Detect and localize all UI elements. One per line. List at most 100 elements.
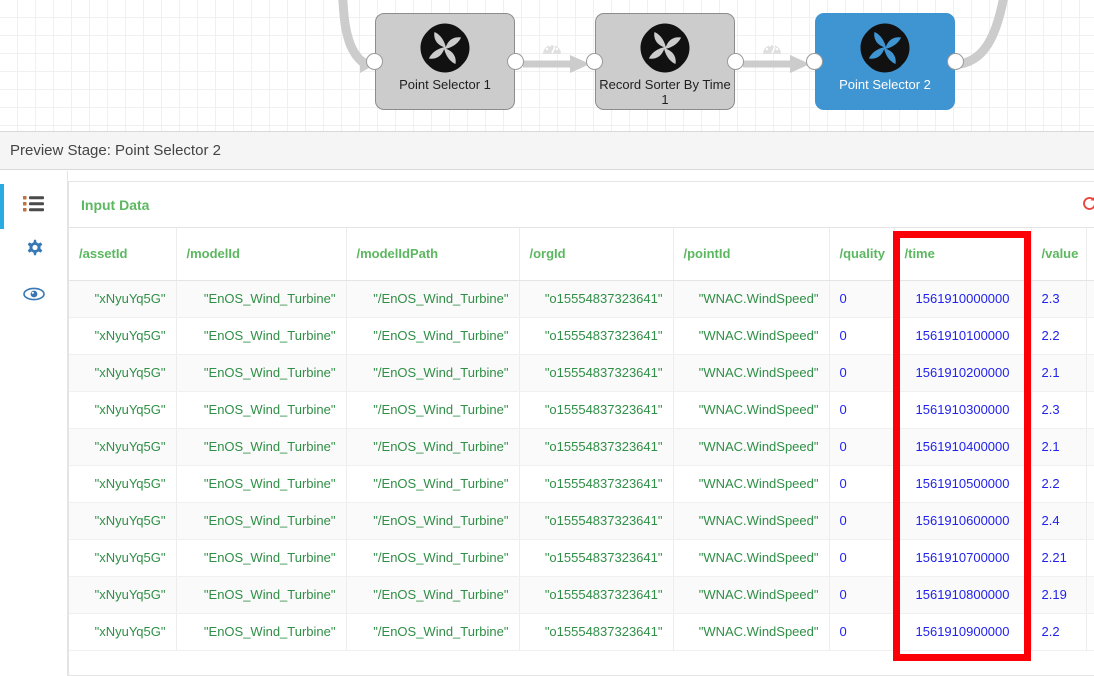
port-out-point-selector-1[interactable] <box>507 52 524 70</box>
cell-modelIdPath: "/EnOS_Wind_Turbine" <box>346 576 520 614</box>
preview-body: Input Data /assetId/modelId/modelIdPath /… <box>0 171 1094 676</box>
cell-pointId: "WNAC.WindSpeed" <box>673 502 830 540</box>
flow-node-point-selector-2[interactable]: Point Selector 2 <box>815 13 955 110</box>
column-header-assetId[interactable]: /assetId <box>69 228 177 281</box>
refresh-icon[interactable] <box>1081 195 1094 215</box>
cell-assetId: "xNyuYq5G" <box>69 502 177 540</box>
table-row[interactable]: "xNyuYq5G" "EnOS_Wind_Turbine" "/EnOS_Wind… <box>69 391 1094 429</box>
column-header-quality[interactable]: /quality <box>829 228 895 281</box>
rail-item-settings[interactable] <box>0 229 67 274</box>
flow-node-label: Point Selector 1 <box>399 77 491 92</box>
flow-node-record-sorter-by-time-1[interactable]: Record Sorter By Time 1 <box>595 13 735 110</box>
input-data-table: /assetId/modelId/modelIdPath/orgId/point… <box>69 228 1094 651</box>
cell-assetId: "xNyuYq5G" <box>69 539 177 577</box>
cell-orgId: "o15554837323641" <box>519 354 674 392</box>
cell-pointId: "WNAC.WindSpeed" <box>673 539 830 577</box>
table-row[interactable]: "xNyuYq5G" "EnOS_Wind_Turbine" "/EnOS_Wind… <box>69 502 1094 540</box>
table-row[interactable]: "xNyuYq5G" "EnOS_Wind_Turbine" "/EnOS_Wind… <box>69 354 1094 392</box>
cell-partial <box>1086 576 1094 614</box>
cell-time: 1561910900000 <box>894 613 1032 651</box>
cell-time: 1561910700000 <box>894 539 1032 577</box>
app-logo-icon <box>860 23 910 73</box>
cell-modelId: "EnOS_Wind_Turbine" <box>176 317 347 355</box>
cell-quality: 0 <box>829 613 895 651</box>
cell-assetId: "xNyuYq5G" <box>69 428 177 466</box>
cell-pointId: "WNAC.WindSpeed" <box>673 354 830 392</box>
cell-orgId: "o15554837323641" <box>519 465 674 503</box>
cell-pointId: "WNAC.WindSpeed" <box>673 613 830 651</box>
column-header-pointId[interactable]: /pointId <box>673 228 830 281</box>
cell-orgId: "o15554837323641" <box>519 576 674 614</box>
list-icon <box>22 195 45 218</box>
cell-orgId: "o15554837323641" <box>519 502 674 540</box>
cell-value: 2.1 <box>1031 428 1087 466</box>
column-header-time[interactable]: /time <box>894 228 1032 281</box>
cell-modelId: "EnOS_Wind_Turbine" <box>176 391 347 429</box>
input-data-title: Input Data <box>81 196 150 213</box>
cell-modelId: "EnOS_Wind_Turbine" <box>176 428 347 466</box>
port-in-point-selector-1[interactable] <box>366 52 383 70</box>
cell-modelIdPath: "/EnOS_Wind_Turbine" <box>346 354 520 392</box>
cell-modelId: "EnOS_Wind_Turbine" <box>176 502 347 540</box>
cell-partial <box>1086 280 1094 318</box>
port-out-point-selector-2[interactable] <box>947 52 964 70</box>
cell-partial <box>1086 391 1094 429</box>
cell-modelId: "EnOS_Wind_Turbine" <box>176 539 347 577</box>
flow-node-point-selector-1[interactable]: Point Selector 1 <box>375 13 515 110</box>
flow-canvas[interactable]: Point Selector 1 Record Sorter By Time 1… <box>0 0 1094 131</box>
cell-modelIdPath: "/EnOS_Wind_Turbine" <box>346 391 520 429</box>
table-row[interactable]: "xNyuYq5G" "EnOS_Wind_Turbine" "/EnOS_Wind… <box>69 280 1094 318</box>
cell-time: 1561910600000 <box>894 502 1032 540</box>
column-header-value[interactable]: /value <box>1031 228 1087 281</box>
column-header-modelId[interactable]: /modelId <box>176 228 347 281</box>
app-logo-icon <box>640 23 690 73</box>
cell-assetId: "xNyuYq5G" <box>69 317 177 355</box>
port-in-point-selector-2[interactable] <box>806 52 823 70</box>
cell-partial <box>1086 539 1094 577</box>
cell-value: 2.2 <box>1031 613 1087 651</box>
cell-modelIdPath: "/EnOS_Wind_Turbine" <box>346 428 520 466</box>
cell-modelIdPath: "/EnOS_Wind_Turbine" <box>346 502 520 540</box>
cell-time: 1561910400000 <box>894 428 1032 466</box>
column-header-orgId[interactable]: /orgId <box>519 228 674 281</box>
cell-partial <box>1086 502 1094 540</box>
rail-item-list-view[interactable] <box>0 184 67 229</box>
table-row[interactable]: "xNyuYq5G" "EnOS_Wind_Turbine" "/EnOS_Wind… <box>69 576 1094 614</box>
column-header-modelIdPath[interactable]: /modelIdPath <box>346 228 520 281</box>
cell-orgId: "o15554837323641" <box>519 391 674 429</box>
table-row[interactable]: "xNyuYq5G" "EnOS_Wind_Turbine" "/EnOS_Wind… <box>69 465 1094 503</box>
cell-time: 1561910800000 <box>894 576 1032 614</box>
cell-assetId: "xNyuYq5G" <box>69 280 177 318</box>
cell-partial <box>1086 465 1094 503</box>
cell-modelIdPath: "/EnOS_Wind_Turbine" <box>346 465 520 503</box>
column-header-partial[interactable]: / <box>1086 228 1094 281</box>
cell-quality: 0 <box>829 428 895 466</box>
table-header-row: /assetId/modelId/modelIdPath/orgId/point… <box>69 228 1094 281</box>
cell-assetId: "xNyuYq5G" <box>69 613 177 651</box>
table-row[interactable]: "xNyuYq5G" "EnOS_Wind_Turbine" "/EnOS_Wind… <box>69 428 1094 466</box>
preview-stage-header: Preview Stage: Point Selector 2 <box>0 131 1094 170</box>
rail-item-preview[interactable] <box>0 274 67 319</box>
cell-modelId: "EnOS_Wind_Turbine" <box>176 613 347 651</box>
cell-quality: 0 <box>829 391 895 429</box>
cell-modelId: "EnOS_Wind_Turbine" <box>176 280 347 318</box>
table-row[interactable]: "xNyuYq5G" "EnOS_Wind_Turbine" "/EnOS_Wind… <box>69 317 1094 355</box>
cell-value: 2.4 <box>1031 502 1087 540</box>
preview-icon-rail <box>0 171 68 676</box>
table-row[interactable]: "xNyuYq5G" "EnOS_Wind_Turbine" "/EnOS_Wind… <box>69 613 1094 651</box>
cell-value: 2.3 <box>1031 280 1087 318</box>
cell-value: 2.21 <box>1031 539 1087 577</box>
input-data-title-bar: Input Data <box>69 182 1094 228</box>
eye-icon <box>22 287 45 306</box>
table-row[interactable]: "xNyuYq5G" "EnOS_Wind_Turbine" "/EnOS_Wind… <box>69 539 1094 577</box>
cell-orgId: "o15554837323641" <box>519 428 674 466</box>
cell-partial <box>1086 317 1094 355</box>
cell-quality: 0 <box>829 354 895 392</box>
port-in-record-sorter-by-time-1[interactable] <box>586 52 603 70</box>
cell-modelId: "EnOS_Wind_Turbine" <box>176 576 347 614</box>
port-out-record-sorter-by-time-1[interactable] <box>727 52 744 70</box>
cell-modelId: "EnOS_Wind_Turbine" <box>176 354 347 392</box>
cell-time: 1561910100000 <box>894 317 1032 355</box>
cell-assetId: "xNyuYq5G" <box>69 354 177 392</box>
table-body: "xNyuYq5G" "EnOS_Wind_Turbine" "/EnOS_Wind… <box>69 280 1094 651</box>
